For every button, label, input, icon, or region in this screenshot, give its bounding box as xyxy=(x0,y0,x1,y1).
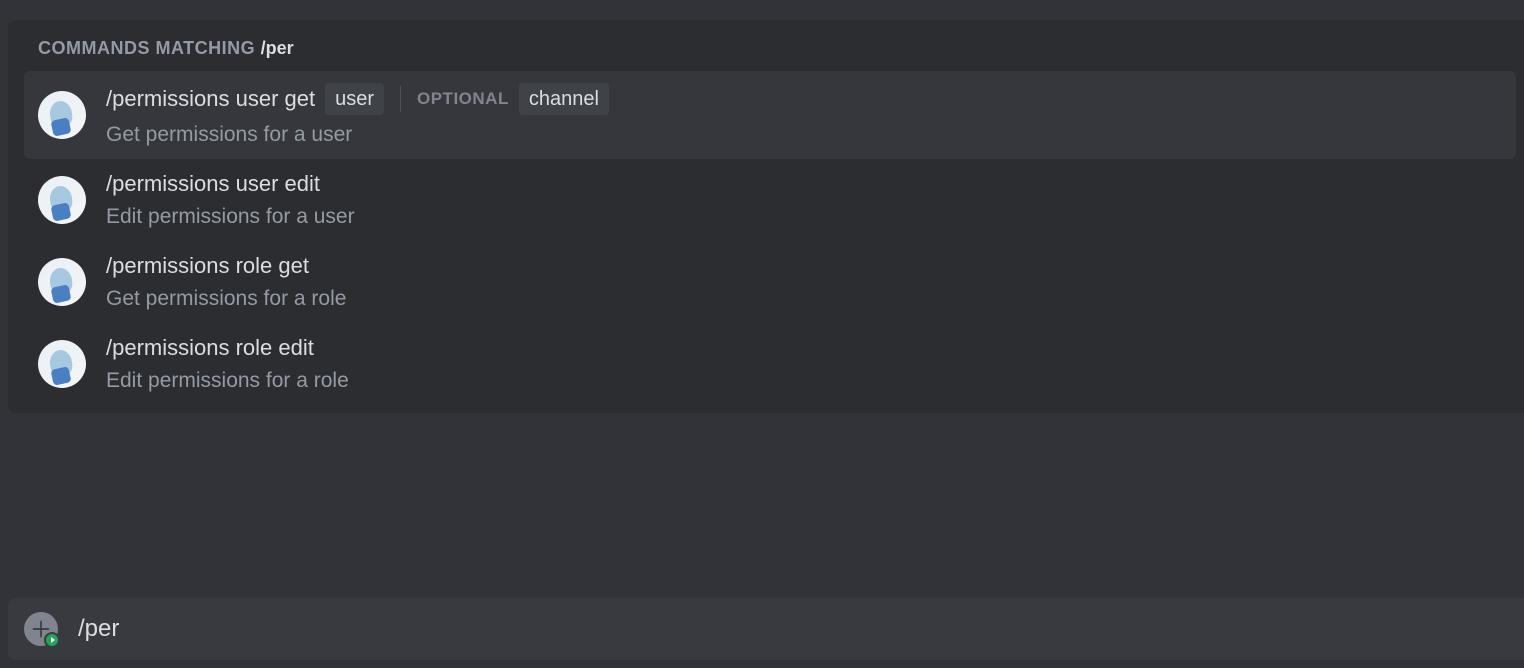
command-name: /permissions user get xyxy=(106,86,315,112)
apps-badge-icon xyxy=(44,632,60,648)
command-line: /permissions role get xyxy=(106,253,1502,279)
autocomplete-header: COMMANDS MATCHING /per xyxy=(8,28,1524,71)
bot-avatar-icon xyxy=(38,340,86,388)
header-prefix: COMMANDS MATCHING xyxy=(38,38,261,58)
command-content: /permissions user edit Edit permissions f… xyxy=(106,171,1502,229)
command-item[interactable]: /permissions role get Get permissions for… xyxy=(24,241,1516,323)
param-divider xyxy=(400,86,401,112)
command-name: /permissions user edit xyxy=(106,171,320,197)
command-description: Edit permissions for a user xyxy=(106,205,1502,229)
command-item[interactable]: /permissions user edit Edit permissions f… xyxy=(24,159,1516,241)
command-description: Edit permissions for a role xyxy=(106,369,1502,393)
header-query: /per xyxy=(261,38,294,58)
command-line: /permissions user get user OPTIONAL channel xyxy=(106,83,1502,115)
param-chip: channel xyxy=(519,83,609,115)
message-input-bar[interactable] xyxy=(8,598,1524,660)
command-line: /permissions user edit xyxy=(106,171,1502,197)
message-input[interactable] xyxy=(78,615,1508,643)
bot-avatar-icon xyxy=(38,176,86,224)
bot-avatar-icon xyxy=(38,258,86,306)
command-name: /permissions role edit xyxy=(106,335,314,361)
command-description: Get permissions for a role xyxy=(106,287,1502,311)
attach-button[interactable] xyxy=(24,612,58,646)
optional-label: OPTIONAL xyxy=(417,89,509,109)
command-autocomplete-panel: COMMANDS MATCHING /per /permissions user… xyxy=(8,20,1524,413)
command-line: /permissions role edit xyxy=(106,335,1502,361)
command-description: Get permissions for a user xyxy=(106,123,1502,147)
command-item[interactable]: /permissions role edit Edit permissions f… xyxy=(24,323,1516,405)
bot-avatar-icon xyxy=(38,91,86,139)
command-name: /permissions role get xyxy=(106,253,309,279)
command-list: /permissions user get user OPTIONAL channel… xyxy=(8,71,1524,405)
param-chip: user xyxy=(325,83,384,115)
command-content: /permissions user get user OPTIONAL channel… xyxy=(106,83,1502,147)
command-item[interactable]: /permissions user get user OPTIONAL channel… xyxy=(24,71,1516,159)
command-content: /permissions role get Get permissions for… xyxy=(106,253,1502,311)
command-content: /permissions role edit Edit permissions f… xyxy=(106,335,1502,393)
